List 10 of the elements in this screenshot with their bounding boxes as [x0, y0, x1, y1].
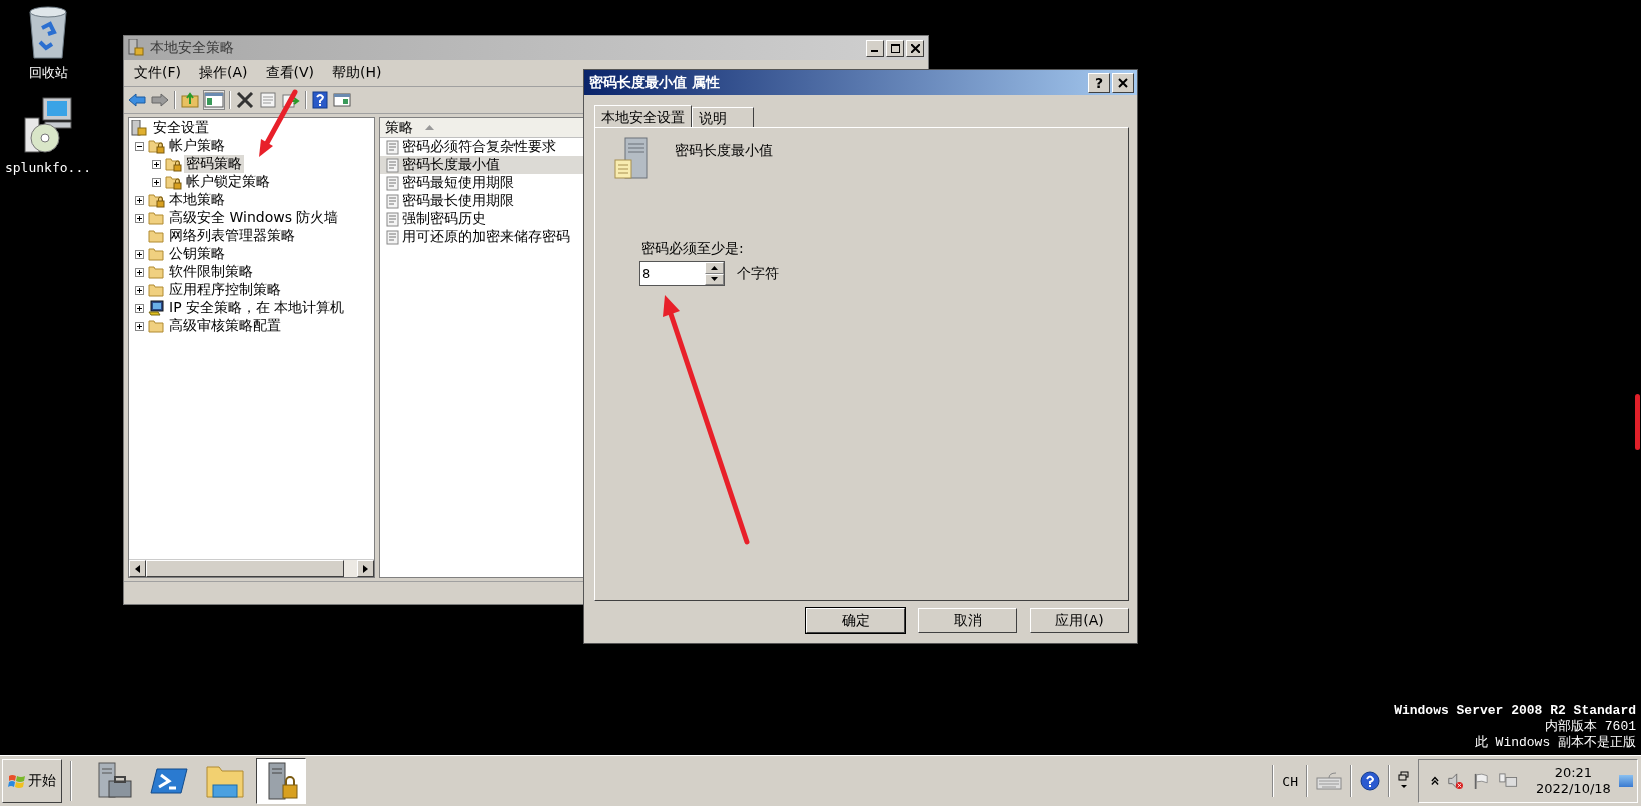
edition-text: 此 Windows 副本不是正版: [1473, 735, 1636, 751]
edition-text: Windows Server 2008 R2 Standard: [1394, 703, 1636, 719]
field-label: 密码必须至少是:: [641, 240, 745, 258]
edition-text: 内部版本 7601: [1544, 719, 1636, 735]
icon-label: 回收站: [28, 64, 68, 82]
dialog-title: 密码长度最小值 属性: [589, 73, 720, 92]
icon-label: splunkfo...: [4, 160, 92, 175]
window-title: 本地安全策略: [150, 39, 234, 57]
policy-name: 密码长度最小值: [675, 141, 773, 160]
unit-label: 个字符: [737, 264, 779, 283]
